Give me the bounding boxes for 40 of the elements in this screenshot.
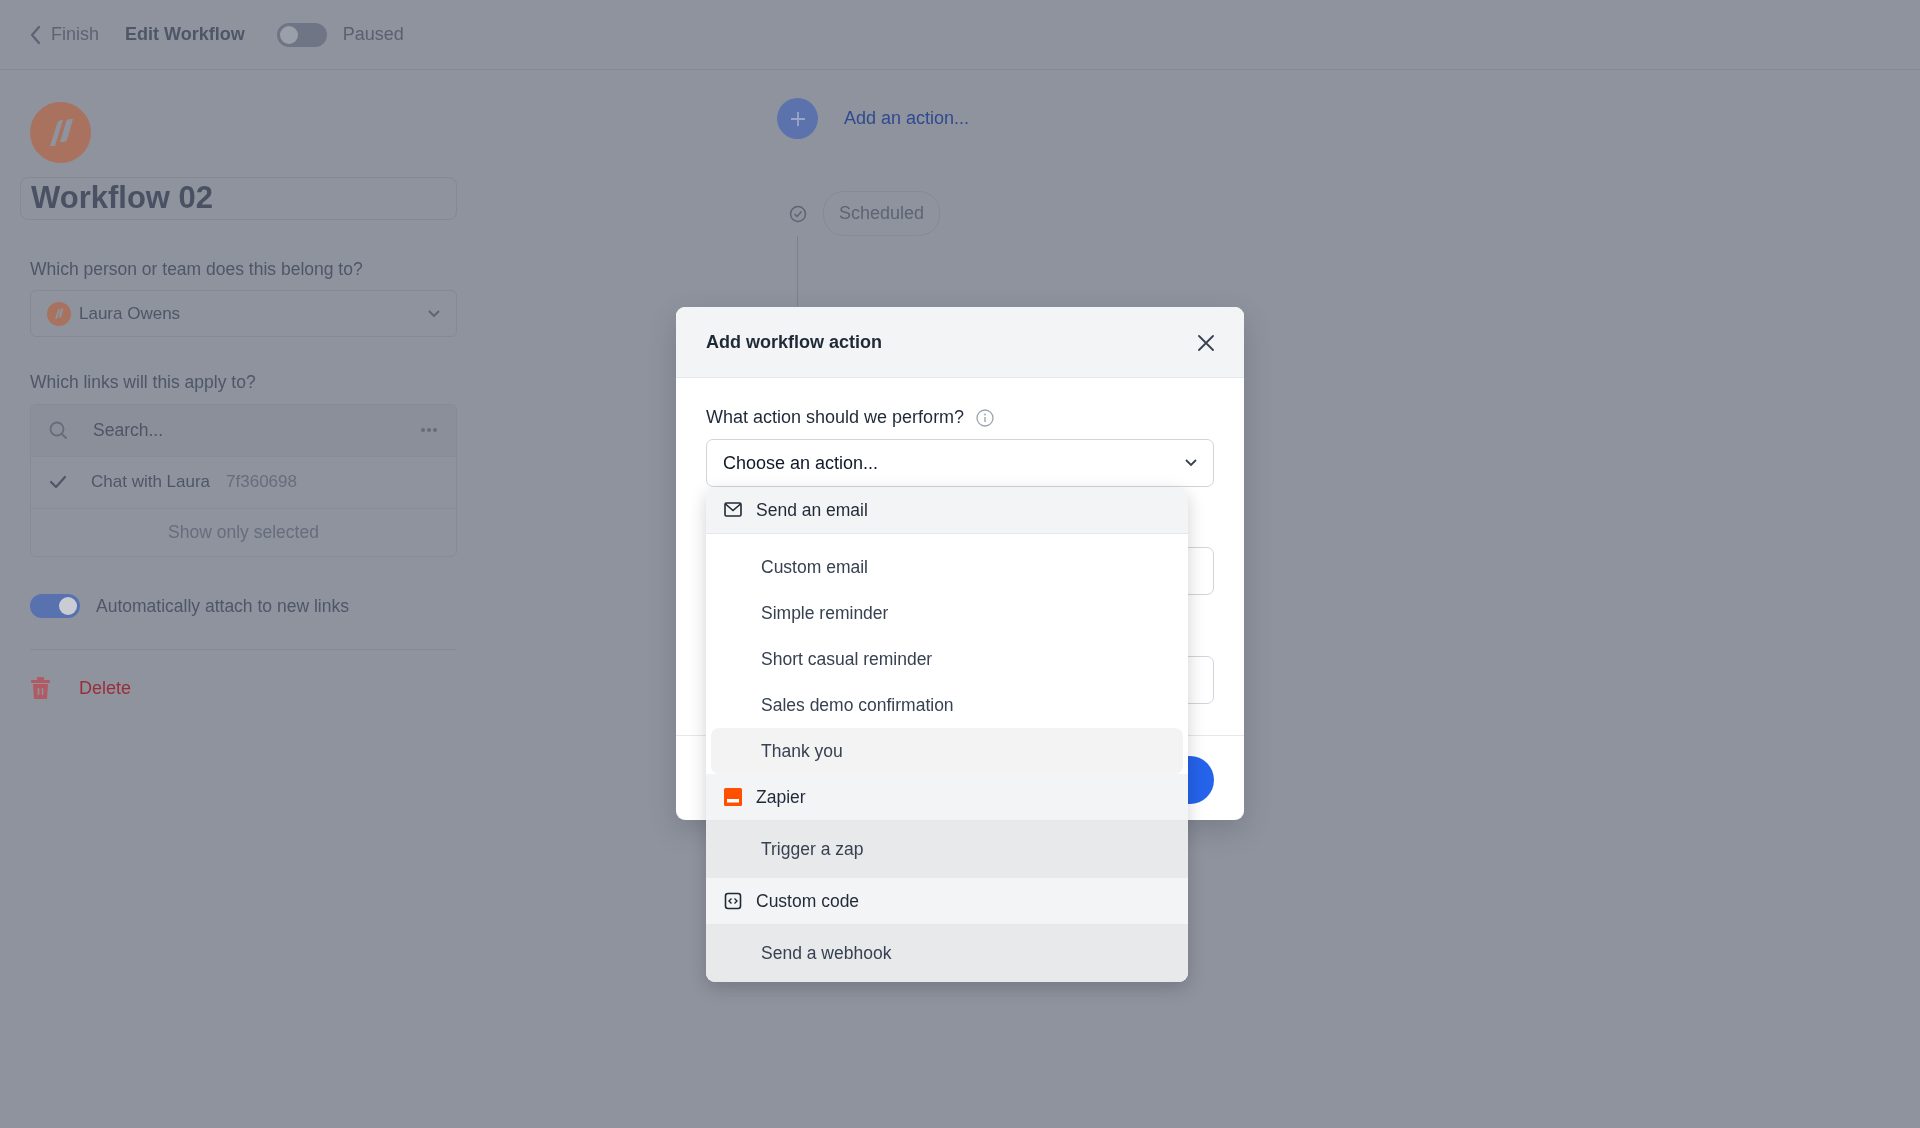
trash-icon: [30, 677, 51, 700]
add-action-button[interactable]: [777, 98, 818, 139]
dropdown-option[interactable]: Simple reminder: [711, 590, 1183, 636]
page-title: Edit Workflow: [125, 23, 245, 46]
code-icon: [724, 892, 742, 910]
toggle-label: Automatically attach to new links: [96, 594, 349, 618]
close-icon: [1198, 334, 1214, 351]
action-select[interactable]: Choose an action...: [706, 439, 1214, 487]
search-field[interactable]: Search...: [91, 415, 396, 445]
group-label: Custom code: [756, 889, 860, 913]
dropdown-option[interactable]: Short casual reminder: [711, 636, 1183, 682]
zapier-logo-icon: [724, 788, 742, 806]
link-name: Chat with Laura: [91, 471, 211, 494]
more-icon: [420, 427, 438, 433]
field-label: Which person or team does this belong to?: [30, 258, 364, 281]
modal-title: Add workflow action: [706, 330, 882, 354]
envelope-icon: [724, 501, 742, 519]
chevron-down-icon: [1185, 459, 1197, 467]
chevron-left-icon: [30, 24, 41, 45]
avatar-icon: [47, 301, 71, 326]
search-bar[interactable]: Search...: [31, 404, 456, 457]
dropdown-option[interactable]: Trigger a zap: [706, 821, 1188, 878]
dropdown-option[interactable]: Sales demo confirmation: [711, 682, 1183, 728]
auto-attach-toggle[interactable]: [30, 593, 80, 618]
chevron-down-icon: [428, 309, 440, 318]
dropdown-option[interactable]: Thank you: [711, 728, 1183, 774]
status-toggle[interactable]: [276, 22, 327, 47]
dropdown-option[interactable]: Send a webhook: [706, 925, 1188, 982]
group-label: Send an email: [756, 498, 868, 522]
search-icon: [49, 421, 67, 439]
logo-icon: [30, 102, 91, 163]
check-circle-icon: [789, 204, 807, 223]
select-placeholder: Choose an action...: [723, 451, 879, 475]
dropdown-option[interactable]: Custom email: [711, 544, 1183, 590]
question-label: What action should we perform?: [706, 406, 965, 429]
group-label: Zapier: [756, 785, 806, 809]
plus-icon: [789, 110, 806, 127]
owner-name: Laura Owens: [79, 303, 182, 325]
info-icon: [976, 408, 995, 427]
field-label: Which links will this apply to?: [30, 371, 257, 395]
